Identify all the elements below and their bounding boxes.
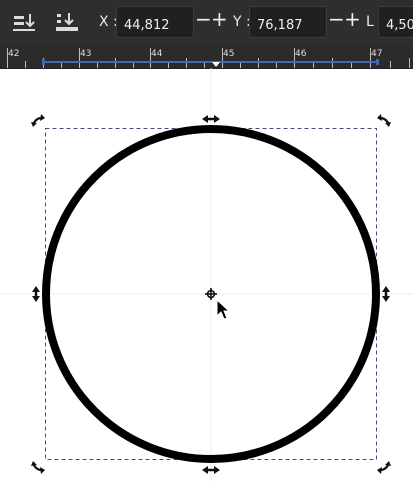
rotate-handle-bottom-right[interactable] bbox=[377, 461, 391, 474]
x-decrement-button[interactable]: − bbox=[195, 9, 212, 29]
y-decrement-button[interactable]: − bbox=[328, 9, 345, 29]
ruler-label: 46 bbox=[295, 49, 307, 59]
tool-controls-bar: X : − + Y : − + L : bbox=[0, 0, 413, 46]
rotation-center-handle[interactable] bbox=[205, 288, 217, 300]
lower-to-bottom-icon[interactable] bbox=[53, 10, 81, 36]
drawing-canvas[interactable] bbox=[0, 68, 413, 482]
horizontal-ruler[interactable]: 42 43 44 45 46 47 bbox=[0, 46, 413, 69]
ruler-label: 42 bbox=[8, 49, 20, 59]
x-field[interactable] bbox=[116, 6, 194, 38]
y-increment-button[interactable]: + bbox=[344, 9, 361, 29]
width-field[interactable] bbox=[378, 6, 413, 38]
y-field[interactable] bbox=[249, 6, 327, 38]
rotate-handle-top-left[interactable] bbox=[31, 114, 45, 127]
ruler-label: 47 bbox=[371, 49, 383, 59]
rotate-handle-bottom-left[interactable] bbox=[31, 461, 45, 474]
x-label: X : bbox=[99, 14, 118, 30]
ruler-label: 44 bbox=[151, 49, 163, 59]
rotate-handle-top-right[interactable] bbox=[377, 114, 391, 127]
mouse-pointer-icon bbox=[216, 298, 231, 320]
align-bottom-icon[interactable] bbox=[10, 10, 38, 36]
pointer-position-marker bbox=[212, 62, 220, 67]
x-increment-button[interactable]: + bbox=[211, 9, 228, 29]
ruler-label: 45 bbox=[223, 49, 235, 59]
ruler-ticks bbox=[7, 48, 410, 68]
ruler-label: 43 bbox=[80, 49, 92, 59]
